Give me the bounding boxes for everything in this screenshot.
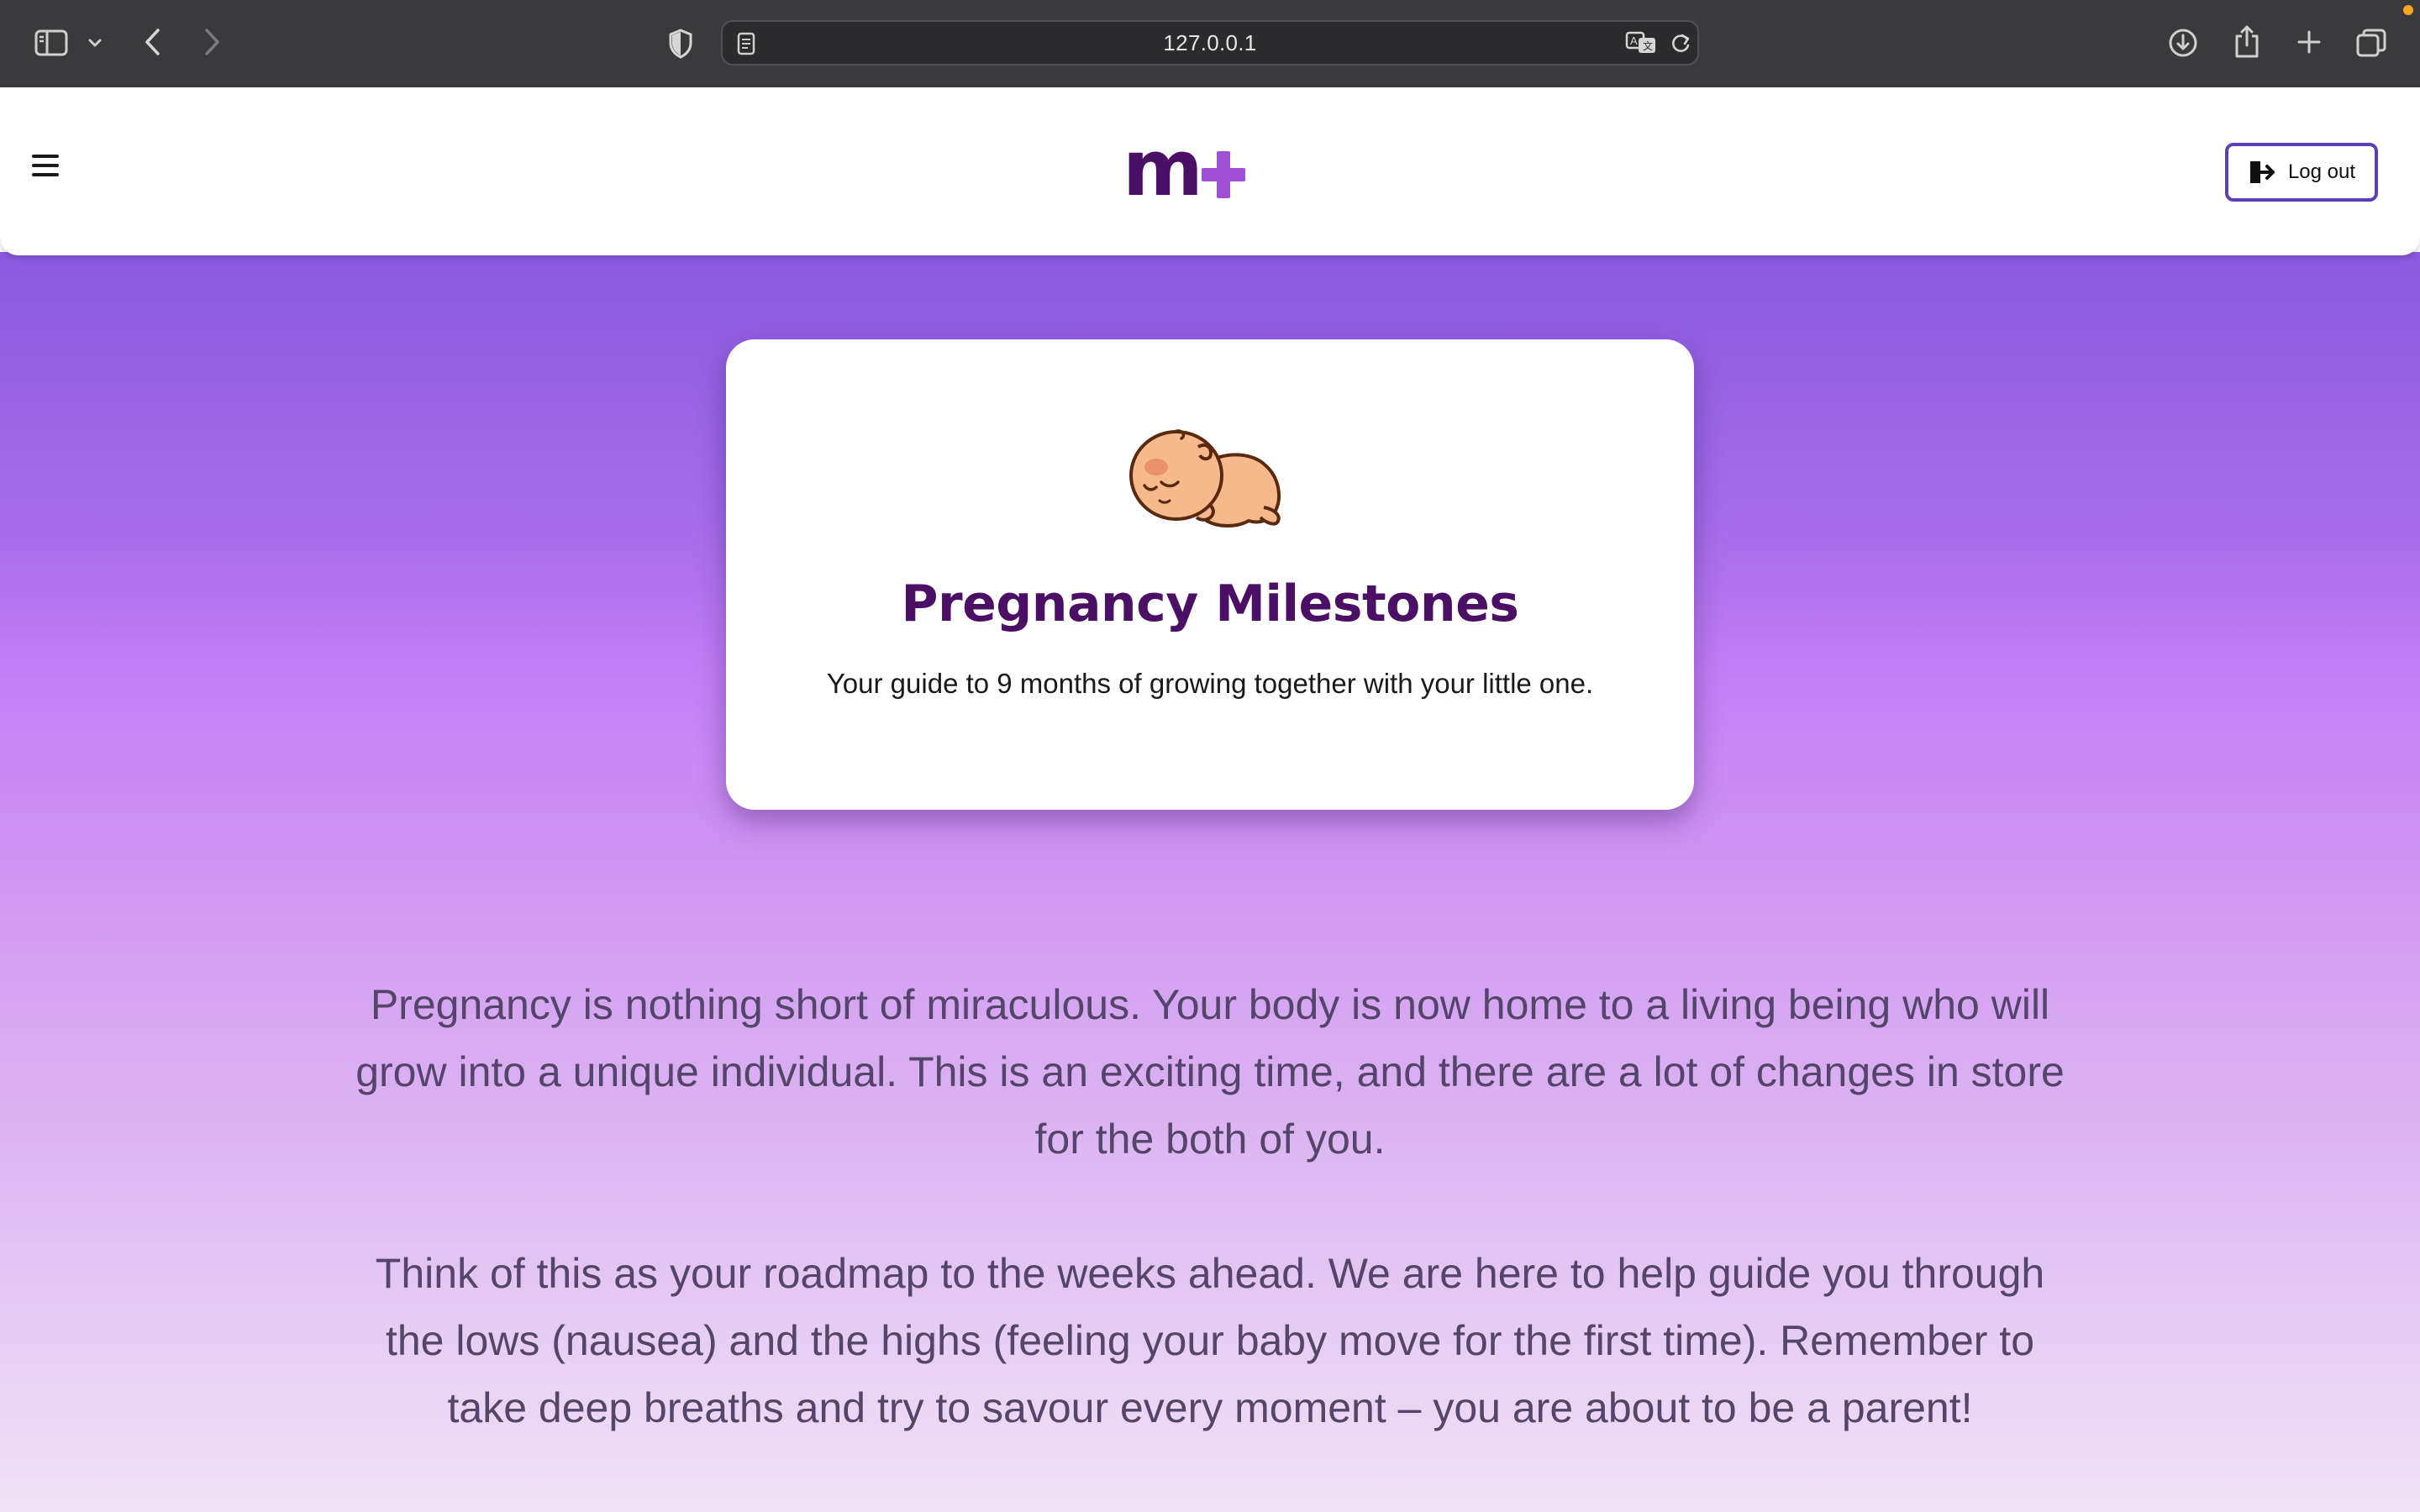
new-tab-icon[interactable] bbox=[2292, 25, 2326, 59]
url-text[interactable]: 127.0.0.1 bbox=[723, 22, 1697, 64]
privacy-shield-icon[interactable] bbox=[664, 27, 697, 60]
reload-icon[interactable] bbox=[1669, 32, 1692, 55]
forward-icon[interactable] bbox=[197, 25, 227, 59]
hamburger-menu-icon[interactable] bbox=[32, 155, 59, 176]
svg-text:A: A bbox=[1630, 34, 1638, 47]
logout-button[interactable]: Log out bbox=[2225, 143, 2378, 202]
sidebar-icon[interactable] bbox=[32, 27, 71, 59]
site-header: m Log out bbox=[0, 87, 2420, 255]
m-plus-logo[interactable]: m bbox=[1123, 123, 1249, 213]
logout-label: Log out bbox=[2287, 160, 2356, 183]
download-icon[interactable] bbox=[2166, 25, 2200, 60]
logout-icon bbox=[2248, 160, 2276, 185]
intro-paragraph-2: Think of this as your roadmap to the wee… bbox=[375, 1250, 2045, 1431]
hero-card: Pregnancy Milestones Your guide to 9 mon… bbox=[726, 339, 1694, 810]
back-icon[interactable] bbox=[138, 25, 168, 59]
notification-dot bbox=[2403, 5, 2413, 15]
tabs-overview-icon[interactable] bbox=[2353, 25, 2390, 60]
share-icon[interactable] bbox=[2230, 22, 2264, 60]
svg-text:m: m bbox=[1123, 134, 1200, 207]
browser-toolbar: 127.0.0.1 A文 bbox=[0, 0, 2420, 88]
main-content: Pregnancy Milestones Your guide to 9 mon… bbox=[0, 252, 2420, 1512]
svg-text:文: 文 bbox=[1643, 39, 1653, 52]
intro-paragraph-1: Pregnancy is nothing short of miraculous… bbox=[355, 981, 2065, 1163]
sleeping-baby-icon bbox=[1126, 423, 1294, 533]
address-bar[interactable]: 127.0.0.1 A文 bbox=[721, 20, 1699, 66]
page-subtitle: Your guide to 9 months of growing togeth… bbox=[826, 668, 1594, 699]
chevron-down-icon[interactable] bbox=[84, 32, 106, 54]
translate-icon[interactable]: A文 bbox=[1625, 30, 1659, 55]
page-title: Pregnancy Milestones bbox=[901, 575, 1519, 633]
